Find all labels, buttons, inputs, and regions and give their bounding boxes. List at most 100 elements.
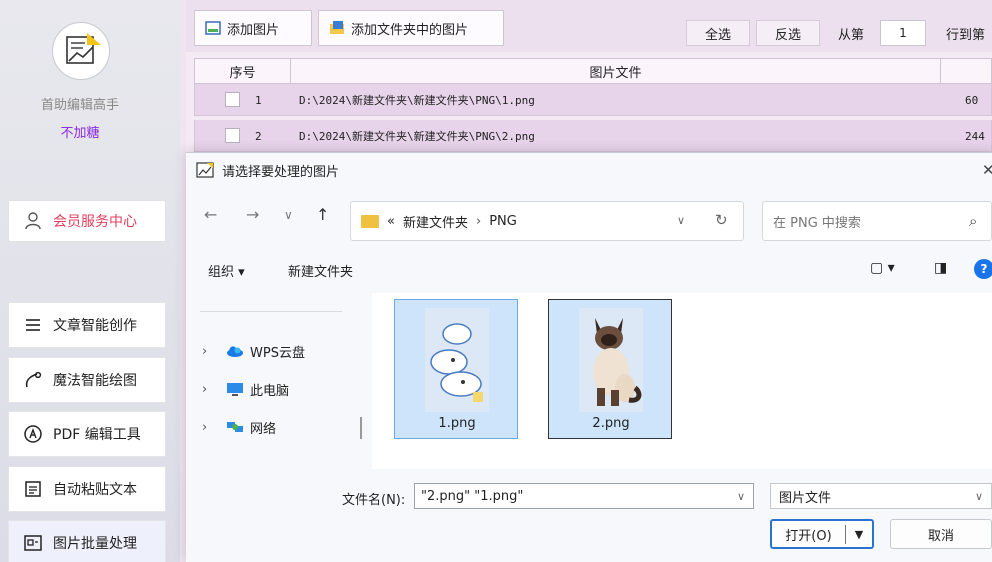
list-icon [26, 319, 40, 331]
row-index: 1 [255, 93, 262, 107]
file-tile-2[interactable]: 2.png [548, 299, 672, 439]
nav-label: 文章智能创作 [53, 318, 137, 334]
row-checkbox[interactable] [225, 128, 240, 143]
wand-icon [25, 371, 42, 388]
file-list: 1.png 2.png [372, 293, 992, 469]
paste-icon [25, 481, 41, 497]
new-folder-button[interactable]: 新建文件夹 [288, 261, 353, 280]
nav-label: 魔法智能绘图 [53, 373, 137, 389]
filename-input[interactable]: "2.png" "1.png" ∨ [414, 483, 754, 509]
file-name: 2.png [592, 416, 630, 431]
view-mode-icon[interactable]: ▢ ▾ [870, 260, 895, 276]
up-icon[interactable]: ↑ [316, 205, 329, 224]
toolbar: 添加图片 添加文件夹中的图片 全选 反选 从第 1 行到第 [186, 0, 992, 52]
open-button[interactable]: 打开(O) ▼ [770, 519, 874, 549]
breadcrumb-current[interactable]: PNG [489, 214, 517, 229]
add-folder-images-button[interactable]: 添加文件夹中的图片 [318, 10, 504, 46]
image-batch-icon [24, 535, 42, 551]
select-all-button[interactable]: 全选 [686, 20, 750, 46]
file-tile-1[interactable]: 1.png [394, 299, 518, 439]
address-bar[interactable]: « 新建文件夹 › PNG ∨ ↻ [350, 201, 744, 241]
breadcrumb-separator: › [475, 213, 482, 229]
to-row-label: 行到第 [946, 27, 986, 43]
dialog-app-icon [196, 162, 214, 178]
network-icon [227, 422, 243, 432]
file-open-dialog: 请选择要处理的图片 ✕ ← → ∨ ↑ « 新建文件夹 › PNG ∨ ↻ 在 … [186, 152, 992, 562]
help-icon[interactable]: ? [974, 259, 992, 279]
member-center-button[interactable]: 会员服务中心 [8, 200, 166, 242]
tree-item-wps-cloud[interactable]: › WPS云盘 [202, 339, 305, 363]
cancel-button[interactable]: 取消 [890, 519, 992, 549]
search-input[interactable]: 在 PNG 中搜索 ⌕ [762, 201, 992, 241]
table-row[interactable]: 1 D:\2024\新建文件夹\新建文件夹\PNG\1.png 60 [194, 84, 992, 116]
from-row-input[interactable]: 1 [880, 20, 926, 46]
row-size: 244 [965, 129, 985, 143]
folder-images-icon [330, 21, 344, 34]
back-icon[interactable]: ← [204, 205, 217, 224]
member-center-label: 会员服务中心 [53, 214, 137, 230]
filename-value: "2.png" "1.png" [421, 488, 524, 504]
app-name: 首助编辑高手 [40, 98, 119, 113]
navigation-pane: › WPS云盘 › 此电脑 › 网络 [186, 293, 370, 469]
computer-icon [227, 383, 243, 396]
nav-image-batch[interactable]: 图片批量处理 [8, 520, 166, 562]
tree-scrollbar[interactable] [360, 417, 362, 439]
nav-label: 图片批量处理 [53, 536, 137, 552]
image-icon [205, 21, 221, 35]
file-name: 1.png [438, 416, 476, 431]
tree-item-this-pc[interactable]: › 此电脑 [202, 377, 289, 401]
pdf-icon [24, 425, 42, 443]
open-dropdown-icon[interactable]: ▼ [846, 528, 872, 541]
filetype-select[interactable]: 图片文件 ∨ [770, 483, 992, 509]
nav-pdf-tools[interactable]: PDF 编辑工具 [8, 411, 166, 457]
tree-divider [200, 311, 342, 312]
address-prefix: « [387, 213, 395, 229]
column-header-index: 序号 [195, 59, 291, 83]
dialog-title: 请选择要处理的图片 [222, 164, 340, 180]
chevron-down-icon[interactable]: ∨ [677, 214, 685, 227]
open-button-label: 打开(O) [772, 524, 846, 544]
preview-pane-icon[interactable]: ◨ [934, 260, 947, 276]
forward-icon[interactable]: → [246, 205, 259, 224]
folder-icon [361, 214, 379, 228]
organize-menu[interactable]: 组织 ▾ [208, 261, 245, 280]
invert-selection-button[interactable]: 反选 [756, 20, 820, 46]
nav-label: 自动粘贴文本 [53, 482, 137, 498]
row-path: D:\2024\新建文件夹\新建文件夹\PNG\2.png [299, 130, 535, 143]
user-icon [25, 212, 41, 230]
command-bar: 组织 ▾ 新建文件夹 ▢ ▾ ◨ ? [186, 249, 992, 289]
nav-magic-drawing[interactable]: 魔法智能绘图 [8, 357, 166, 403]
dialog-titlebar: 请选择要处理的图片 [186, 153, 992, 187]
nav-auto-paste[interactable]: 自动粘贴文本 [8, 466, 166, 512]
row-path: D:\2024\新建文件夹\新建文件夹\PNG\1.png [299, 94, 535, 107]
cloud-icon [227, 346, 243, 357]
chevron-down-icon[interactable]: ∨ [737, 490, 745, 503]
row-index: 2 [255, 129, 262, 143]
expand-arrow-icon[interactable]: › [202, 420, 216, 435]
add-image-button[interactable]: 添加图片 [194, 10, 312, 46]
expand-arrow-icon[interactable]: › [202, 344, 216, 359]
file-thumbnail [425, 308, 489, 412]
recent-locations-icon[interactable]: ∨ [284, 208, 293, 222]
search-placeholder: 在 PNG 中搜索 [773, 215, 861, 231]
close-icon[interactable]: ✕ [982, 161, 992, 179]
dialog-navigation: ← → ∨ ↑ « 新建文件夹 › PNG ∨ ↻ 在 PNG 中搜索 ⌕ [186, 191, 992, 241]
search-icon: ⌕ [969, 212, 978, 230]
app-logo-icon [52, 22, 110, 80]
refresh-icon[interactable]: ↻ [715, 211, 728, 229]
chevron-down-icon[interactable]: ∨ [975, 490, 983, 503]
nav-article-writing[interactable]: 文章智能创作 [8, 302, 166, 348]
column-header-file: 图片文件 [291, 59, 941, 83]
expand-arrow-icon[interactable]: › [202, 382, 216, 397]
from-row-label: 从第 [838, 27, 865, 43]
file-thumbnail [579, 308, 643, 412]
sidebar: 首助编辑高手 不加糖 会员服务中心 文章智能创作 魔法智能绘图 PDF 编辑工具 [0, 0, 180, 562]
nav-label: PDF 编辑工具 [53, 427, 141, 443]
app-subtitle: 不加糖 [60, 126, 100, 141]
table-row[interactable]: 2 D:\2024\新建文件夹\新建文件夹\PNG\2.png 244 [194, 120, 992, 152]
filetype-value: 图片文件 [779, 490, 832, 506]
filename-label: 文件名(N): [342, 493, 406, 508]
row-checkbox[interactable] [225, 92, 240, 107]
tree-item-network[interactable]: › 网络 [202, 415, 276, 439]
breadcrumb-parent[interactable]: 新建文件夹 [403, 212, 468, 231]
